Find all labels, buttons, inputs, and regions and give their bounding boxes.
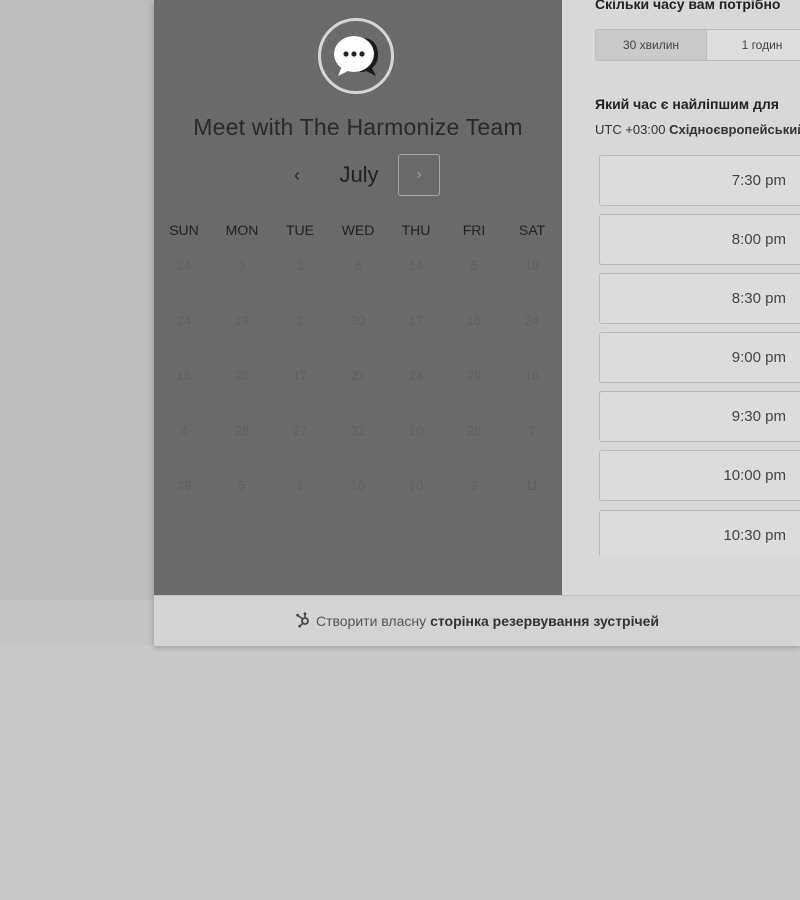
- duration-option-30-min[interactable]: 30 хвилин: [596, 30, 707, 60]
- weekday-label: FRI: [462, 222, 486, 238]
- time-slot[interactable]: 8:00 pm: [599, 214, 800, 265]
- weekday-label: SUN: [169, 222, 199, 238]
- calendar-day: 27: [292, 423, 308, 438]
- time-slot-label: 9:00 pm: [731, 349, 786, 366]
- footer-cta[interactable]: Створити власну сторінка резервування зу…: [154, 595, 800, 646]
- calendar-day: 15: [176, 368, 192, 383]
- calendar-day: 21: [350, 368, 366, 383]
- calendar-day: 5: [470, 258, 478, 273]
- time-slot[interactable]: 10:30 pm: [599, 510, 800, 555]
- calendar-day: 5: [238, 478, 246, 493]
- weekday-label: SAT: [518, 222, 546, 238]
- calendar-day: 24: [408, 368, 424, 383]
- calendar-day: 16: [524, 368, 540, 383]
- calendar-day: 26: [466, 423, 482, 438]
- timezone-name: Східноєвропейський: [669, 122, 800, 137]
- calendar-day: 24: [176, 313, 192, 328]
- calendar-day: 17: [292, 368, 308, 383]
- duration-toggle: 30 хвилин 1 годин: [595, 29, 800, 61]
- calendar-day: 29: [176, 478, 192, 493]
- hubspot-sprocket-icon: [295, 611, 311, 631]
- calendar-day: 29: [466, 368, 482, 383]
- time-slot[interactable]: 7:30 pm: [599, 155, 800, 206]
- next-month-button[interactable]: ›: [398, 154, 440, 196]
- calendar-day: 7: [528, 423, 536, 438]
- time-slot-label: 7:30 pm: [731, 172, 786, 189]
- scheduler-panel: Скільки часу вам потрібно 30 хвилин 1 го…: [562, 0, 800, 595]
- time-slot-label: 9:30 pm: [731, 408, 786, 425]
- calendar-day: 17: [408, 313, 424, 328]
- previous-month-button[interactable]: ‹: [282, 154, 312, 196]
- month-label: July: [339, 162, 379, 187]
- time-slot-list[interactable]: 7:30 pm 8:00 pm 8:30 pm 9:00 pm 9:30 pm …: [599, 155, 800, 555]
- calendar-day: 3: [470, 478, 478, 493]
- time-slot-label: 8:30 pm: [731, 290, 786, 307]
- weekday-label: MON: [225, 222, 259, 238]
- time-slot[interactable]: 9:00 pm: [599, 332, 800, 383]
- calendar-day: 31: [350, 423, 366, 438]
- weekday-label: THU: [401, 222, 431, 238]
- calendar-day: 11: [525, 478, 539, 493]
- calendar-day: 10: [350, 478, 366, 493]
- calendar-day: 28: [234, 423, 250, 438]
- time-slot[interactable]: 9:30 pm: [599, 391, 800, 442]
- time-slot-label: 10:30 pm: [723, 527, 786, 544]
- calendar-day: 24: [176, 258, 192, 273]
- chat-bubble-icon: [334, 36, 378, 76]
- calendar-day: 2: [296, 313, 304, 328]
- time-slot[interactable]: 10:00 pm: [599, 450, 800, 501]
- calendar-day: 30: [350, 313, 366, 328]
- avatar: [318, 18, 394, 94]
- weekday-header: SUN MON TUE WED THU FRI SAT: [154, 222, 562, 242]
- calendar-day: 19: [234, 313, 250, 328]
- duration-option-1-hour[interactable]: 1 годин: [707, 30, 800, 60]
- calendar-panel: Meet with The Harmonize Team ‹ July › SU…: [154, 0, 562, 595]
- time-slot-label: 10:00 pm: [723, 467, 786, 484]
- calendar-day: 3: [238, 258, 246, 273]
- page-title: Meet with The Harmonize Team: [193, 114, 523, 140]
- calendar-day: 3: [296, 258, 304, 273]
- timezone-selector[interactable]: UTC +03:00 Східноєвропейський: [595, 122, 800, 137]
- duration-question: Скільки часу вам потрібно: [595, 0, 781, 12]
- calendar-day: 24: [524, 313, 540, 328]
- calendar-day: 20: [234, 368, 250, 383]
- calendar-day: 4: [180, 423, 188, 438]
- calendar-day: 10: [408, 478, 424, 493]
- footer-prefix: Створити власну: [315, 613, 427, 629]
- calendar-day: 10: [408, 423, 424, 438]
- calendar-day: 19: [524, 258, 540, 273]
- time-question: Який час є найліпшим для: [595, 96, 779, 112]
- time-slot[interactable]: 8:30 pm: [599, 273, 800, 324]
- chevron-right-icon: ›: [416, 166, 422, 183]
- footer-link[interactable]: сторінка резервування зустрічей: [430, 613, 659, 629]
- weekday-label: WED: [341, 222, 375, 238]
- calendar-day: 14: [408, 258, 424, 273]
- time-slot-label: 8:00 pm: [731, 231, 786, 248]
- month-navigation: ‹ July ›: [154, 154, 562, 198]
- calendar-day: 1: [296, 478, 304, 493]
- calendar-day: 8: [354, 258, 362, 273]
- meeting-booking-card: Meet with The Harmonize Team ‹ July › SU…: [154, 0, 800, 646]
- chevron-left-icon: ‹: [294, 164, 300, 185]
- weekday-label: TUE: [286, 222, 314, 238]
- calendar-day: 16: [466, 313, 482, 328]
- timezone-offset: UTC +03:00: [595, 122, 666, 137]
